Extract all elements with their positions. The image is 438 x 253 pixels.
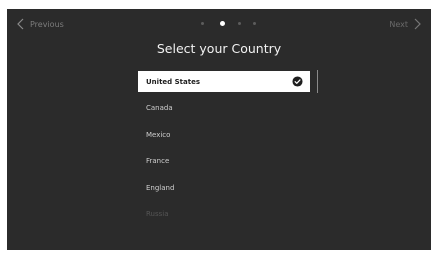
next-button[interactable]: Next <box>389 17 422 31</box>
chevron-right-icon <box>414 18 421 30</box>
country-label: Canada <box>146 104 173 112</box>
country-option-england[interactable]: England <box>138 177 310 198</box>
country-option-russia[interactable]: Russia <box>138 204 310 225</box>
country-label: England <box>146 183 175 192</box>
chevron-left-icon <box>17 18 24 30</box>
previous-label: Previous <box>30 19 64 29</box>
page-title: Select your Country <box>156 41 282 56</box>
country-option-canada[interactable]: Canada <box>138 98 310 119</box>
country-option-france[interactable]: France <box>138 151 310 172</box>
page-indicator <box>191 21 256 27</box>
setup-screen: Previous Next Select your Country United… <box>7 9 431 250</box>
page-dot-2-active <box>220 21 225 26</box>
country-label: United States <box>146 77 200 86</box>
list-scrollbar[interactable] <box>317 70 318 93</box>
country-label: Mexico <box>146 130 171 139</box>
country-option-mexico[interactable]: Mexico <box>138 124 310 145</box>
country-option-united-states[interactable]: United States <box>138 71 310 92</box>
previous-button[interactable]: Previous <box>16 17 64 31</box>
checkmark-circle-icon <box>292 76 303 87</box>
next-label: Next <box>389 19 408 29</box>
page-dot-4 <box>253 22 256 25</box>
country-label: Russia <box>146 210 169 218</box>
page-dot-1 <box>201 22 204 25</box>
page-dot-3 <box>238 22 241 25</box>
country-label: France <box>146 157 170 165</box>
country-list: United States Canada Mexico France Engla… <box>138 71 310 230</box>
